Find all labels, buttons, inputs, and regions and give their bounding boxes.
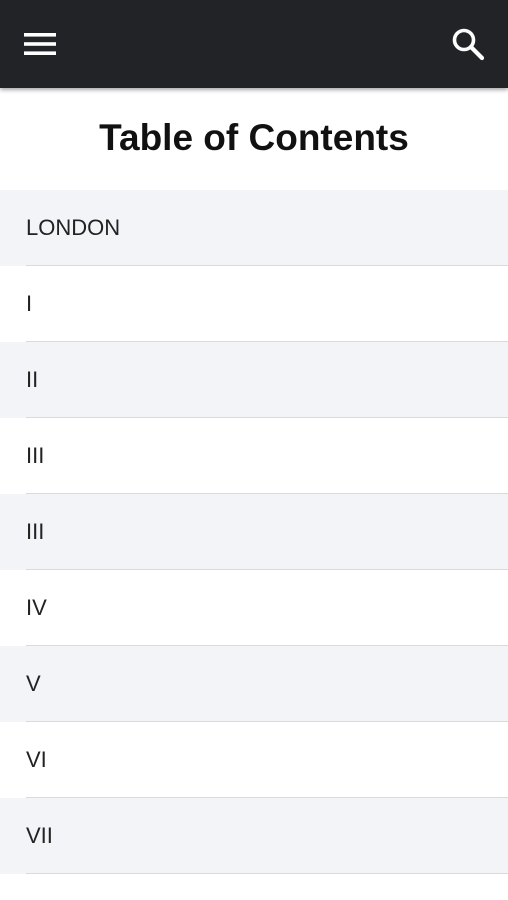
app-bar <box>0 0 508 88</box>
toc-item-chapter-5[interactable]: V <box>0 646 508 722</box>
toc-item-chapter-4[interactable]: IV <box>0 570 508 646</box>
search-button[interactable] <box>442 22 494 66</box>
toc-item-chapter-7[interactable]: VII <box>0 798 508 874</box>
search-icon <box>452 28 485 61</box>
toc-item-london[interactable]: LONDON <box>0 190 508 266</box>
toc-item-chapter-6[interactable]: VI <box>0 722 508 798</box>
toc-list: LONDON I II III III IV V VI VII <box>0 190 508 874</box>
toc-item-chapter-2[interactable]: II <box>0 342 508 418</box>
toc-item-chapter-3[interactable]: III <box>0 418 508 494</box>
toc-item-chapter-3b[interactable]: III <box>0 494 508 570</box>
page-title: Table of Contents <box>99 117 409 158</box>
hamburger-menu-icon <box>24 33 56 55</box>
toc-item-chapter-1[interactable]: I <box>0 266 508 342</box>
menu-button[interactable] <box>14 22 66 66</box>
